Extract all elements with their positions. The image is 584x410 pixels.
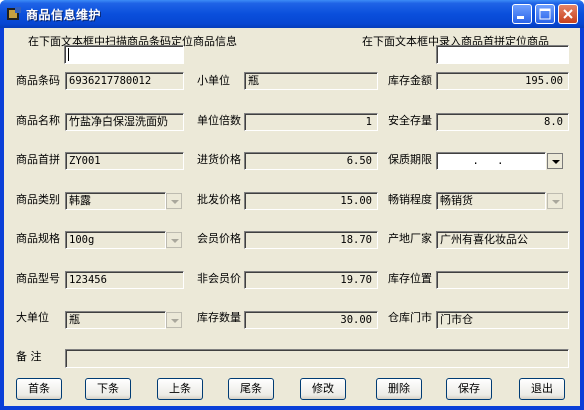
spec-label: 商品规格	[16, 232, 60, 245]
save-button[interactable]: 保存	[446, 378, 492, 400]
pinyin-label: 商品首拼	[16, 153, 60, 166]
barcode-label: 商品条码	[16, 74, 60, 87]
first-record-button[interactable]: 首条	[16, 378, 62, 400]
stock-location-label: 库存位置	[388, 272, 432, 285]
minimize-button[interactable]	[512, 4, 532, 24]
model-label: 商品型号	[16, 272, 60, 285]
spec-dropdown-icon[interactable]	[166, 232, 182, 248]
minimize-icon	[517, 16, 524, 19]
prev-record-button[interactable]: 上条	[157, 378, 203, 400]
wholesale-price-label: 批发价格	[197, 193, 241, 206]
nonmember-price-field[interactable]: 19.70	[244, 271, 378, 289]
expiry-dropdown-icon[interactable]	[547, 153, 563, 169]
name-field[interactable]: 竹盐净白保湿洗面奶	[65, 113, 184, 131]
delete-button[interactable]: 删除	[376, 378, 422, 400]
big-unit-dropdown-icon[interactable]	[166, 312, 182, 328]
title-bar[interactable]: 商品信息维护	[0, 0, 584, 28]
name-label: 商品名称	[16, 114, 60, 127]
remark-label: 备 注	[16, 350, 42, 363]
stock-qty-field[interactable]: 30.00	[244, 311, 378, 329]
manufacturer-field[interactable]: 广州有喜化妆品公	[436, 231, 569, 249]
close-icon	[563, 9, 573, 19]
nonmember-price-label: 非会员价	[197, 272, 241, 285]
safety-stock-label: 安全存量	[388, 114, 432, 127]
spec-select[interactable]: 100g	[65, 231, 166, 249]
last-record-button[interactable]: 尾条	[228, 378, 274, 400]
pinyin-search-input[interactable]	[436, 45, 569, 64]
big-unit-label: 大单位	[16, 311, 49, 324]
app-window: 商品信息维护 在下面文本框中扫描商品条码定位商品信息 在下面文本框中录入商品首拼…	[0, 0, 584, 410]
category-label: 商品类别	[16, 193, 60, 206]
safety-stock-field[interactable]: 8.0	[436, 113, 569, 131]
sales-level-select[interactable]: 畅销货	[436, 192, 546, 210]
unit-multiple-field[interactable]: 1	[244, 113, 378, 131]
manufacturer-label: 产地厂家	[388, 232, 432, 245]
edit-button[interactable]: 修改	[300, 378, 346, 400]
barcode-search-input[interactable]	[64, 45, 184, 64]
expiry-label: 保质期限	[388, 153, 432, 166]
model-field[interactable]: 123456	[65, 271, 184, 289]
next-record-button[interactable]: 下条	[85, 378, 131, 400]
window-title: 商品信息维护	[26, 8, 102, 22]
stock-qty-label: 库存数量	[197, 311, 241, 324]
purchase-price-field[interactable]: 6.50	[244, 152, 378, 170]
stock-location-field[interactable]	[436, 271, 569, 289]
member-price-label: 会员价格	[197, 232, 241, 245]
maximize-button[interactable]	[535, 4, 555, 24]
small-unit-label: 小单位	[197, 74, 230, 87]
form-area: 在下面文本框中扫描商品条码定位商品信息 在下面文本框中录入商品首拼定位商品 商品…	[4, 28, 580, 406]
remark-field[interactable]	[65, 349, 569, 368]
sales-level-label: 畅销程度	[388, 193, 432, 206]
pinyin-field[interactable]: ZY001	[65, 152, 184, 170]
category-select[interactable]: 韩露	[65, 192, 166, 210]
barcode-field[interactable]: 6936217780012	[65, 72, 184, 90]
expiry-date-field[interactable]: . .	[436, 152, 546, 170]
wholesale-price-field[interactable]: 15.00	[244, 192, 378, 210]
unit-multiple-label: 单位倍数	[197, 114, 241, 127]
sales-level-dropdown-icon[interactable]	[547, 193, 563, 209]
stock-amount-label: 库存金额	[388, 74, 432, 87]
stock-amount-field[interactable]: 195.00	[436, 72, 569, 90]
big-unit-select[interactable]: 瓶	[65, 311, 166, 329]
close-button[interactable]	[558, 4, 578, 24]
warehouse-field[interactable]: 门市仓	[436, 311, 569, 329]
category-dropdown-icon[interactable]	[166, 193, 182, 209]
text-caret	[68, 48, 69, 61]
purchase-price-label: 进货价格	[197, 153, 241, 166]
small-unit-field[interactable]: 瓶	[244, 72, 378, 90]
maximize-icon	[539, 8, 551, 20]
exit-button[interactable]: 退出	[519, 378, 565, 400]
app-icon	[7, 7, 21, 20]
warehouse-label: 仓库门市	[388, 311, 432, 324]
member-price-field[interactable]: 18.70	[244, 231, 378, 249]
